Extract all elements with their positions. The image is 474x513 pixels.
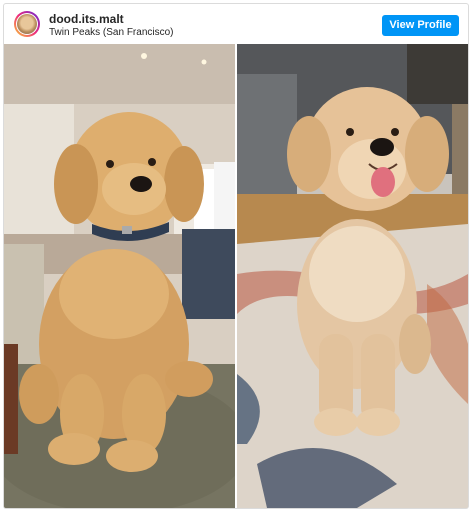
avatar-ring	[16, 13, 38, 35]
avatar-image	[17, 14, 37, 34]
photo-right	[237, 44, 468, 508]
post-media[interactable]	[4, 44, 468, 508]
location-link[interactable]: Twin Peaks (San Francisco)	[49, 27, 174, 38]
profile-avatar[interactable]	[14, 11, 40, 37]
post-header: dood.its.malt Twin Peaks (San Francisco)…	[4, 4, 468, 44]
dog-on-couch-image	[4, 44, 235, 508]
instagram-post-card: dood.its.malt Twin Peaks (San Francisco)…	[3, 3, 469, 509]
photo-left	[4, 44, 235, 508]
view-profile-button[interactable]: View Profile	[382, 15, 459, 36]
dog-on-rug-image	[237, 44, 468, 508]
username-link[interactable]: dood.its.malt	[49, 12, 124, 26]
